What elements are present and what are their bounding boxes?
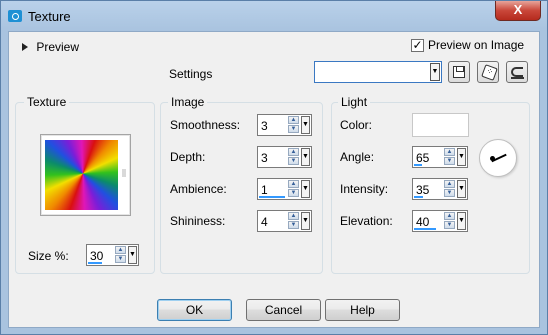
expand-arrow-icon xyxy=(22,42,28,51)
angle-value: 65 xyxy=(416,151,430,165)
randomize-dice-icon: ⁘ xyxy=(481,64,498,81)
ambience-spinbox[interactable]: 1 ▲ ▼ ▼ xyxy=(257,178,312,200)
texture-group: Texture Size %: 30 ▲ ▼ ▼ xyxy=(15,95,155,274)
texture-preview-image xyxy=(45,140,118,210)
ambience-up-icon[interactable]: ▲ xyxy=(288,180,299,188)
ok-button[interactable]: OK xyxy=(157,299,232,321)
reset-button[interactable] xyxy=(506,61,528,83)
preview-label: Preview xyxy=(36,39,80,54)
size-up-icon[interactable]: ▲ xyxy=(115,246,126,254)
intensity-up-icon[interactable]: ▲ xyxy=(444,180,455,188)
size-dropdown-icon[interactable]: ▼ xyxy=(128,246,137,264)
texture-group-label: Texture xyxy=(24,95,70,109)
shininess-spinbox[interactable]: 4 ▲ ▼ ▼ xyxy=(257,210,312,232)
smoothness-spinbox[interactable]: 3 ▲ ▼ ▼ xyxy=(257,114,312,136)
texture-swatch-button[interactable] xyxy=(40,134,131,216)
shininess-dropdown-icon[interactable]: ▼ xyxy=(301,212,310,230)
depth-spinbox[interactable]: 3 ▲ ▼ ▼ xyxy=(257,146,312,168)
depth-label: Depth: xyxy=(170,150,206,164)
texture-dialog: Texture X Preview ✓ Preview on Image Set… xyxy=(0,0,548,335)
ambience-dropdown-icon[interactable]: ▼ xyxy=(301,180,310,198)
angle-dropdown-icon[interactable]: ▼ xyxy=(457,148,466,166)
shininess-label: Shininess: xyxy=(170,214,226,228)
angle-dial[interactable] xyxy=(479,139,517,177)
help-button[interactable]: Help xyxy=(325,299,400,321)
elevation-value: 40 xyxy=(416,215,430,229)
elevation-up-icon[interactable]: ▲ xyxy=(444,212,455,220)
smoothness-up-icon[interactable]: ▲ xyxy=(288,116,299,124)
smoothness-down-icon[interactable]: ▼ xyxy=(288,125,299,133)
cancel-button[interactable]: Cancel xyxy=(246,299,321,321)
angle-label: Angle: xyxy=(340,150,375,164)
depth-dropdown-icon[interactable]: ▼ xyxy=(301,148,310,166)
dialog-body: Preview ✓ Preview on Image Settings ▼ ⁘ … xyxy=(8,31,540,328)
intensity-down-icon[interactable]: ▼ xyxy=(444,189,455,197)
smoothness-value: 3 xyxy=(261,119,268,133)
image-group-label: Image xyxy=(168,95,208,109)
depth-down-icon[interactable]: ▼ xyxy=(288,157,299,165)
elevation-spinbox[interactable]: 40 ▲ ▼ ▼ xyxy=(412,210,468,232)
settings-label: Settings xyxy=(169,67,213,81)
intensity-dropdown-icon[interactable]: ▼ xyxy=(457,180,466,198)
shininess-up-icon[interactable]: ▲ xyxy=(288,212,299,220)
camera-icon xyxy=(8,10,22,22)
reset-icon xyxy=(511,67,523,77)
smoothness-label: Smoothness: xyxy=(170,118,241,132)
color-label: Color: xyxy=(340,118,373,132)
size-value: 30 xyxy=(90,249,104,263)
light-group: Light Color: Angle: 65 ▲ ▼ ▼ Intensity: 3… xyxy=(331,95,530,274)
ambience-label: Ambience: xyxy=(170,182,227,196)
light-color-swatch[interactable] xyxy=(412,113,469,137)
depth-up-icon[interactable]: ▲ xyxy=(288,148,299,156)
smoothness-dropdown-icon[interactable]: ▼ xyxy=(301,116,310,134)
window-title: Texture xyxy=(28,9,71,24)
shininess-value: 4 xyxy=(261,215,268,229)
close-button[interactable]: X xyxy=(495,1,541,21)
size-spinbox[interactable]: 30 ▲ ▼ ▼ xyxy=(86,244,139,266)
size-down-icon[interactable]: ▼ xyxy=(115,255,126,263)
save-preset-button[interactable] xyxy=(448,61,470,83)
image-group: Image Smoothness: 3 ▲ ▼ ▼ Depth: 3 ▲ ▼ ▼ A… xyxy=(160,95,323,274)
angle-spinbox[interactable]: 65 ▲ ▼ ▼ xyxy=(412,146,468,168)
shininess-down-icon[interactable]: ▼ xyxy=(288,221,299,229)
preview-on-image-checkbox[interactable]: ✓ xyxy=(411,39,424,52)
chevron-down-icon[interactable]: ▼ xyxy=(430,63,440,81)
depth-value: 3 xyxy=(261,151,268,165)
ambience-value: 1 xyxy=(261,183,268,197)
title-bar: Texture X xyxy=(1,1,547,31)
ambience-down-icon[interactable]: ▼ xyxy=(288,189,299,197)
settings-dropdown[interactable]: ▼ xyxy=(314,61,442,83)
elevation-dropdown-icon[interactable]: ▼ xyxy=(457,212,466,230)
preview-on-image-label: Preview on Image xyxy=(428,38,525,52)
intensity-label: Intensity: xyxy=(340,182,389,196)
elevation-down-icon[interactable]: ▼ xyxy=(444,221,455,229)
intensity-spinbox[interactable]: 35 ▲ ▼ ▼ xyxy=(412,178,468,200)
angle-up-icon[interactable]: ▲ xyxy=(444,148,455,156)
save-preset-icon xyxy=(453,66,465,78)
randomize-button[interactable]: ⁘ xyxy=(477,61,499,83)
elevation-label: Elevation: xyxy=(340,214,393,228)
angle-down-icon[interactable]: ▼ xyxy=(444,157,455,165)
size-label: Size %: xyxy=(28,249,69,263)
intensity-value: 35 xyxy=(416,183,430,197)
light-group-label: Light xyxy=(338,95,371,109)
preview-toggle[interactable]: Preview xyxy=(22,39,79,54)
